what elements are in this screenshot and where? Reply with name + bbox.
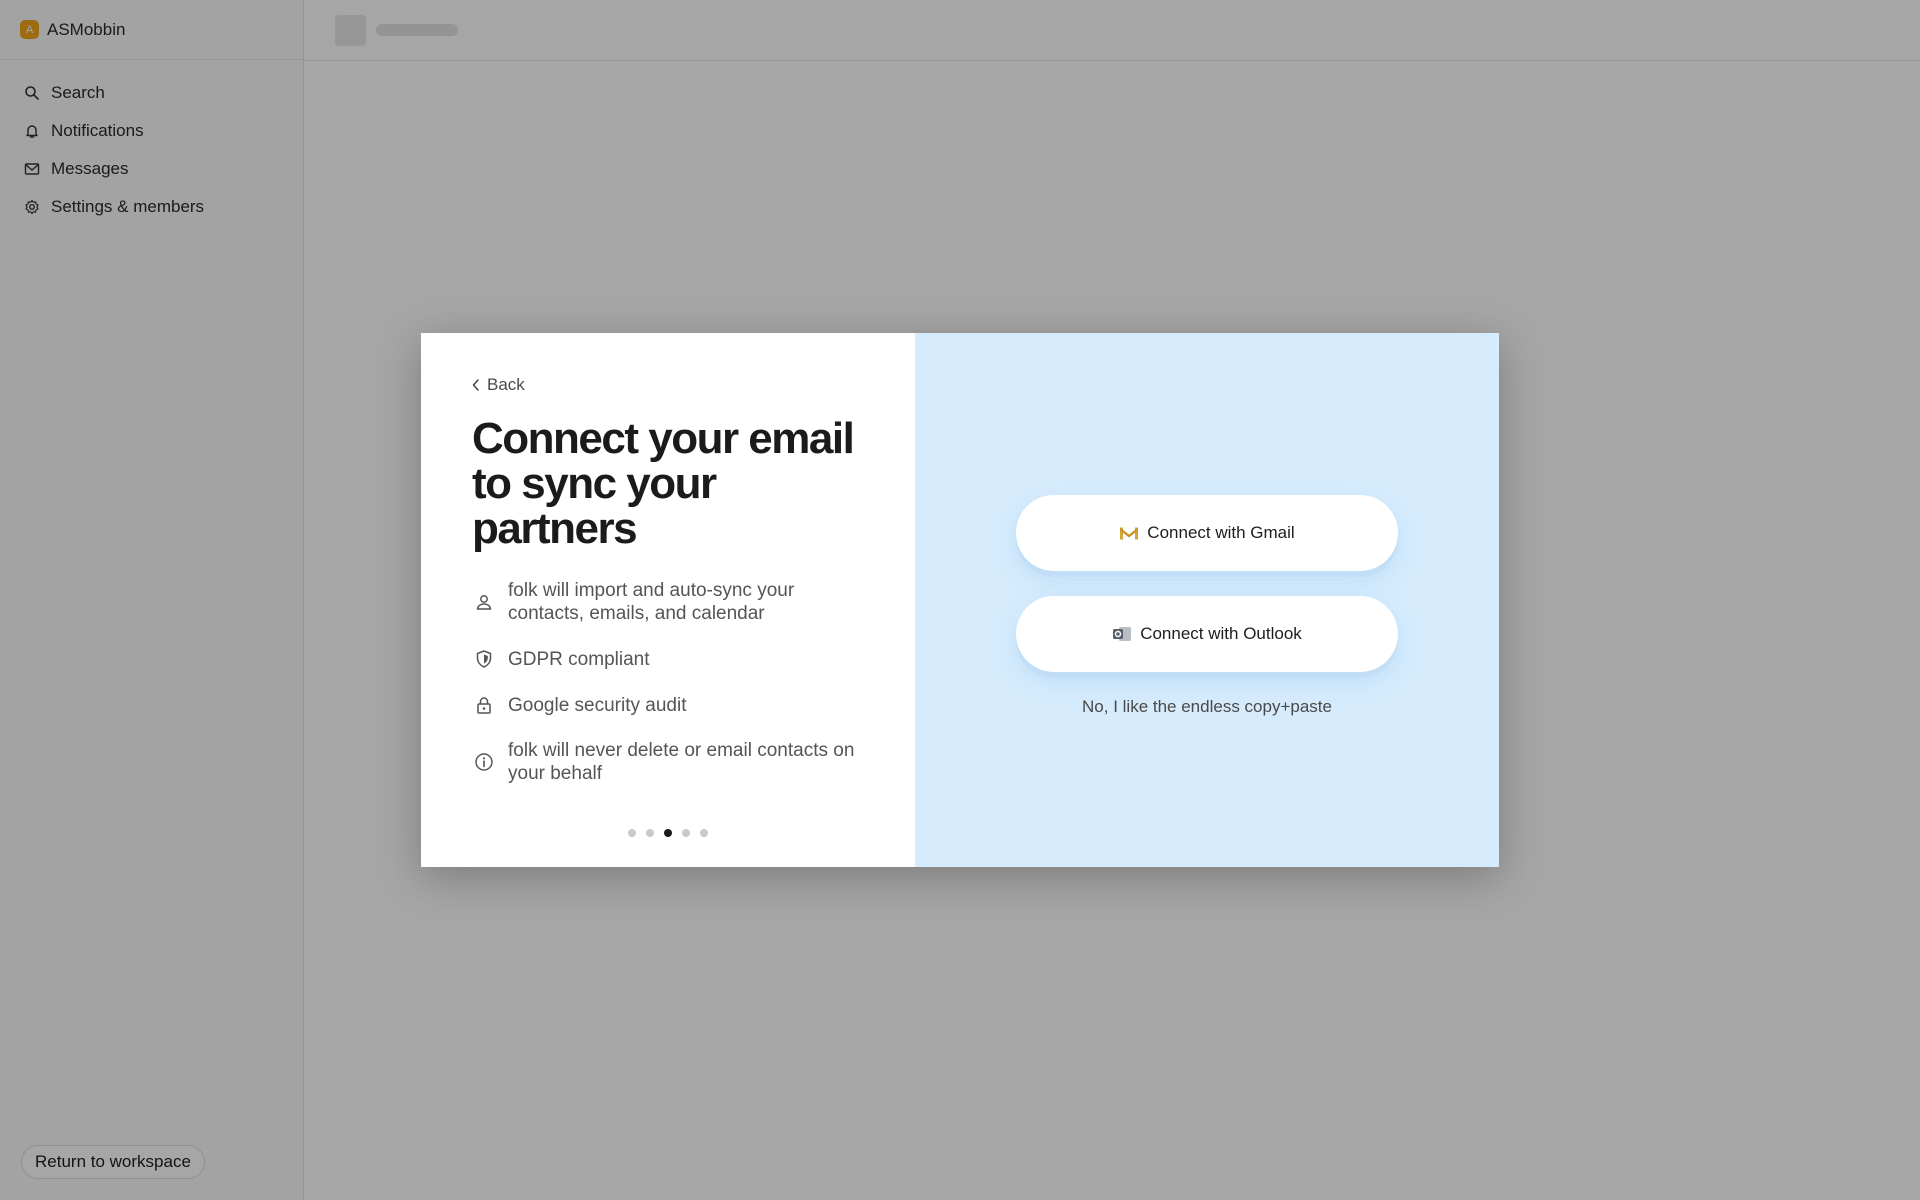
info-icon [472,750,496,774]
outlook-icon [1112,625,1132,643]
step-dot[interactable] [646,829,654,837]
feature-item: folk will import and auto-sync your cont… [472,579,864,625]
step-indicator [421,829,915,837]
feature-text: GDPR compliant [508,648,650,670]
modal-info-panel: Back Connect your email to sync your par… [421,333,915,867]
shield-icon [472,647,496,671]
step-dot-active[interactable] [664,829,672,837]
feature-list: folk will import and auto-sync your cont… [472,579,864,785]
back-button[interactable]: Back [472,375,525,395]
feature-text: folk will import and auto-sync your cont… [508,580,795,624]
connect-gmail-button[interactable]: Connect with Gmail [1016,495,1398,571]
connect-email-modal: Back Connect your email to sync your par… [421,333,1499,867]
outlook-button-label: Connect with Outlook [1140,624,1302,643]
skip-email-link[interactable]: No, I like the endless copy+paste [1016,697,1398,717]
feature-item: Google security audit [472,693,864,717]
feature-item: GDPR compliant [472,647,864,671]
connect-options: Connect with Gmail Connect with Outlook … [1016,495,1398,717]
modal-title: Connect your email to sync your partners [472,414,855,553]
gmail-icon [1119,525,1139,541]
modal-action-panel: Connect with Gmail Connect with Outlook … [915,333,1499,867]
back-label: Back [487,375,525,394]
feature-text: Google security audit [508,694,687,716]
step-dot[interactable] [628,829,636,837]
gmail-button-label: Connect with Gmail [1147,523,1295,542]
person-icon [472,590,496,614]
chevron-left-icon [472,379,479,391]
step-dot[interactable] [682,829,690,837]
lock-icon [472,693,496,717]
feature-text: folk will never delete or email contacts… [508,740,855,784]
feature-item: folk will never delete or email contacts… [472,739,864,785]
step-dot[interactable] [700,829,708,837]
connect-outlook-button[interactable]: Connect with Outlook [1016,596,1398,672]
